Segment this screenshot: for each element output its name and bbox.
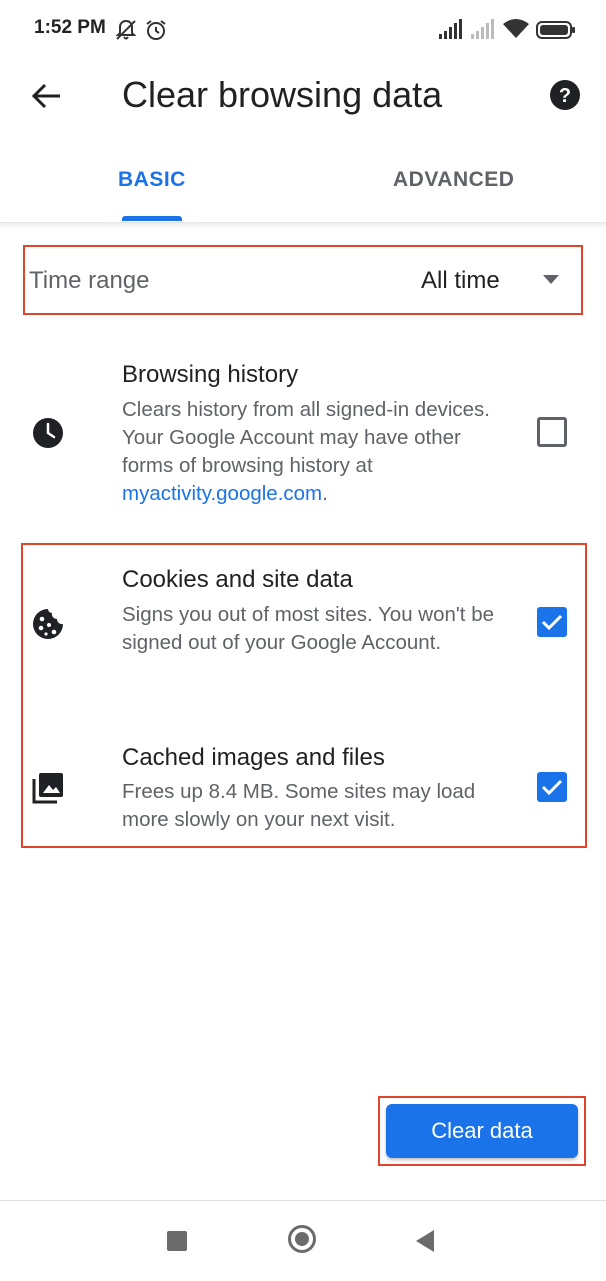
status-time: 1:52 PM <box>34 17 106 38</box>
battery-icon <box>536 20 576 45</box>
back-triangle-icon[interactable] <box>416 1230 434 1252</box>
system-nav-bar <box>0 1200 606 1281</box>
svg-text:?: ? <box>559 85 571 107</box>
signal-icon <box>438 18 464 45</box>
option-description-end: . <box>322 482 328 505</box>
status-bar: 1:52 PM <box>0 0 606 60</box>
recents-icon[interactable] <box>167 1231 187 1251</box>
clear-data-button[interactable]: Clear data <box>386 1104 578 1158</box>
time-range-label: Time range <box>29 267 150 294</box>
help-icon[interactable]: ? <box>548 78 582 112</box>
option-title: Browsing history <box>122 361 299 388</box>
alarm-icon <box>144 18 168 47</box>
option-description: Clears history from all signed-in device… <box>122 396 502 508</box>
clock-icon <box>30 415 66 451</box>
arrow-back-icon[interactable] <box>26 74 70 118</box>
option-description-text: Clears history from all signed-in device… <box>122 398 490 477</box>
tab-bar: BASIC ADVANCED <box>0 140 606 223</box>
time-range-row[interactable]: Time range All time <box>23 245 583 315</box>
option-browsing-history[interactable]: Browsing history Clears history from all… <box>0 355 606 515</box>
selection-highlight <box>21 543 587 848</box>
clear-data-highlight: Clear data <box>378 1096 586 1166</box>
myactivity-link[interactable]: myactivity.google.com <box>122 482 322 505</box>
notifications-off-icon <box>114 18 138 47</box>
wifi-icon <box>502 18 530 45</box>
app-bar: Clear browsing data ? <box>0 60 606 140</box>
signal-weak-icon <box>470 18 496 45</box>
tab-basic[interactable]: BASIC <box>118 168 186 192</box>
home-icon[interactable] <box>288 1225 316 1253</box>
dropdown-arrow-icon[interactable] <box>543 275 559 284</box>
browsing-history-checkbox[interactable] <box>537 417 567 447</box>
tab-advanced[interactable]: ADVANCED <box>393 168 514 192</box>
time-range-select[interactable]: All time <box>421 267 500 295</box>
page-title: Clear browsing data <box>122 74 443 115</box>
tab-indicator <box>122 216 182 221</box>
